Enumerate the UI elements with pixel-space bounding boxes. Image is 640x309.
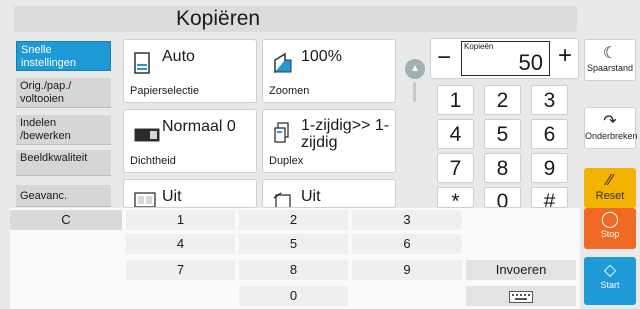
energy-saver-button[interactable]: ☾ Spaarstand [584, 39, 636, 81]
start-label: Start [600, 280, 620, 290]
copies-value: 50 [518, 50, 543, 75]
title-bar: Kopiëren [14, 6, 577, 32]
tab-original-paper-finishing[interactable]: Orig./pap./ voltooien [16, 78, 111, 108]
staple-value: Uit [301, 188, 321, 205]
tab-layout-edit[interactable]: Indelen /bewerken [16, 115, 111, 145]
combine-icon [134, 192, 156, 207]
clear-key[interactable]: C [10, 210, 122, 230]
start-button[interactable]: ◇ Start [584, 257, 636, 305]
density-label: Dichtheid [130, 155, 176, 167]
paper-value: Auto [162, 48, 195, 65]
tenkey-8[interactable]: 8 [239, 260, 348, 280]
interrupt-button[interactable]: ↷ Onderbreken [584, 107, 638, 149]
keypad-hash[interactable]: # [531, 187, 568, 208]
copies-field[interactable]: Kopieën 50 [461, 41, 550, 76]
zoom-icon [273, 52, 293, 79]
zoom-label: Zoomen [269, 85, 310, 97]
interrupt-icon: ↷ [603, 113, 617, 130]
tab-advanced[interactable]: Geavanc. [16, 185, 111, 207]
tenkey-3[interactable]: 3 [352, 210, 462, 230]
zoom-card[interactable]: 100% Zoomen [262, 39, 396, 103]
duplex-icon [273, 122, 291, 149]
combine-value: Uit [162, 188, 182, 205]
duplex-card[interactable]: 1-zijdig>> 1-zijdig Duplex [262, 109, 396, 173]
keypad-0[interactable]: 0 [484, 187, 521, 208]
stop-icon: ◯ [601, 211, 619, 228]
interrupt-label: Onderbreken [585, 131, 638, 141]
paper-icon [134, 52, 150, 79]
density-icon [134, 128, 160, 147]
paper-selection-card[interactable]: Auto Papierselectie [123, 39, 257, 103]
tenkey-1[interactable]: 1 [126, 210, 235, 230]
energy-saver-label: Spaarstand [586, 63, 634, 73]
tenkey-6[interactable]: 6 [352, 234, 462, 254]
zoom-value: 100% [301, 48, 342, 65]
keyboard-icon [509, 288, 533, 303]
tab-label: Orig./pap./ voltooien [20, 80, 72, 105]
numeric-keypad-panel: C 1 2 3 4 5 6 7 8 9 Invoeren 0 [10, 208, 580, 309]
moon-icon: ☾ [602, 45, 618, 62]
duplex-value: 1-zijdig>> 1-zijdig [301, 117, 390, 151]
keyboard-button[interactable] [466, 286, 576, 306]
stop-label: Stop [600, 229, 620, 239]
scrollbar[interactable] [413, 82, 416, 102]
page-title: Kopiëren [176, 7, 261, 30]
keypad-9[interactable]: 9 [531, 153, 568, 183]
tab-label: Geavanc. [20, 190, 68, 202]
tab-label: Snelle instellingen [21, 44, 77, 69]
keypad-3[interactable]: 3 [531, 85, 568, 115]
paper-label: Papierselectie [130, 85, 200, 97]
start-icon: ◇ [603, 262, 617, 279]
copies-plus-button[interactable]: + [558, 44, 572, 68]
tenkey-7[interactable]: 7 [126, 260, 235, 280]
tenkey-5[interactable]: 5 [239, 234, 348, 254]
tenkey-2[interactable]: 2 [239, 210, 348, 230]
scroll-up-icon[interactable]: ▲ [405, 59, 425, 79]
tenkey-9[interactable]: 9 [352, 260, 462, 280]
tenkey-0[interactable]: 0 [239, 286, 348, 306]
staple-card[interactable]: Uit [262, 179, 396, 208]
keypad-6[interactable]: 6 [531, 119, 568, 149]
density-card[interactable]: Normaal 0 Dichtheid [123, 109, 257, 173]
enter-button[interactable]: Invoeren [466, 260, 576, 280]
keypad-8[interactable]: 8 [484, 153, 521, 183]
tab-image-quality[interactable]: Beeldkwaliteit [16, 150, 111, 176]
keypad-4[interactable]: 4 [437, 119, 474, 149]
reset-icon: ⁄⁄ [607, 172, 613, 189]
reset-button[interactable]: ⁄⁄ Reset [584, 168, 636, 208]
tab-label: Indelen /bewerken [20, 117, 71, 142]
keypad-star[interactable]: * [437, 187, 474, 208]
staple-icon [273, 192, 293, 207]
stop-button[interactable]: ◯ Stop [584, 208, 636, 249]
copies-control: − Kopieën 50 + [430, 38, 579, 79]
combine-card[interactable]: Uit [123, 179, 257, 208]
density-value: Normaal 0 [162, 118, 236, 135]
keypad-1[interactable]: 1 [437, 85, 474, 115]
keypad-2[interactable]: 2 [484, 85, 521, 115]
copies-label: Kopieën [464, 42, 494, 51]
keypad-7[interactable]: 7 [437, 153, 474, 183]
reset-label: Reset [595, 190, 625, 202]
tab-label: Beeldkwaliteit [20, 152, 88, 164]
copies-minus-button[interactable]: − [437, 46, 451, 70]
duplex-label: Duplex [269, 155, 304, 167]
keypad-5[interactable]: 5 [484, 119, 521, 149]
tenkey-4[interactable]: 4 [126, 234, 235, 254]
tab-quick-settings[interactable]: Snelle instellingen [16, 41, 111, 71]
